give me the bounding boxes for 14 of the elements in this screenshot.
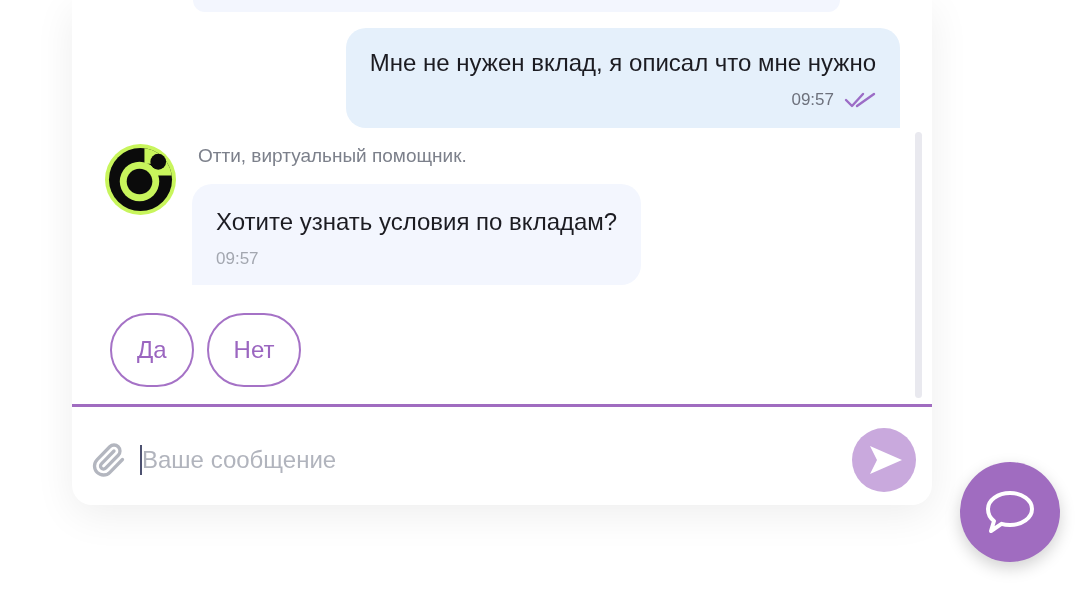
message-time: 09:57 xyxy=(791,90,834,110)
speech-bubble-icon xyxy=(985,490,1035,534)
message-text: Хотите узнать условия по вкладам? xyxy=(216,207,618,237)
quick-reply-button[interactable]: Да xyxy=(110,313,194,387)
quick-reply-button[interactable]: Нет xyxy=(206,313,302,387)
chat-launcher-button[interactable] xyxy=(960,462,1060,562)
send-arrow-icon xyxy=(869,445,903,475)
text-cursor xyxy=(140,445,142,475)
message-input[interactable]: Ваше сообщение xyxy=(142,445,852,475)
avatar-logo-icon xyxy=(105,144,176,215)
paperclip-icon[interactable] xyxy=(90,442,126,478)
sender-name: Отти, виртуальный помощник. xyxy=(197,144,467,168)
message-text: Мне не нужен вклад, я описал что мне нужно xyxy=(369,48,876,78)
message-time: 09:57 xyxy=(216,249,259,269)
